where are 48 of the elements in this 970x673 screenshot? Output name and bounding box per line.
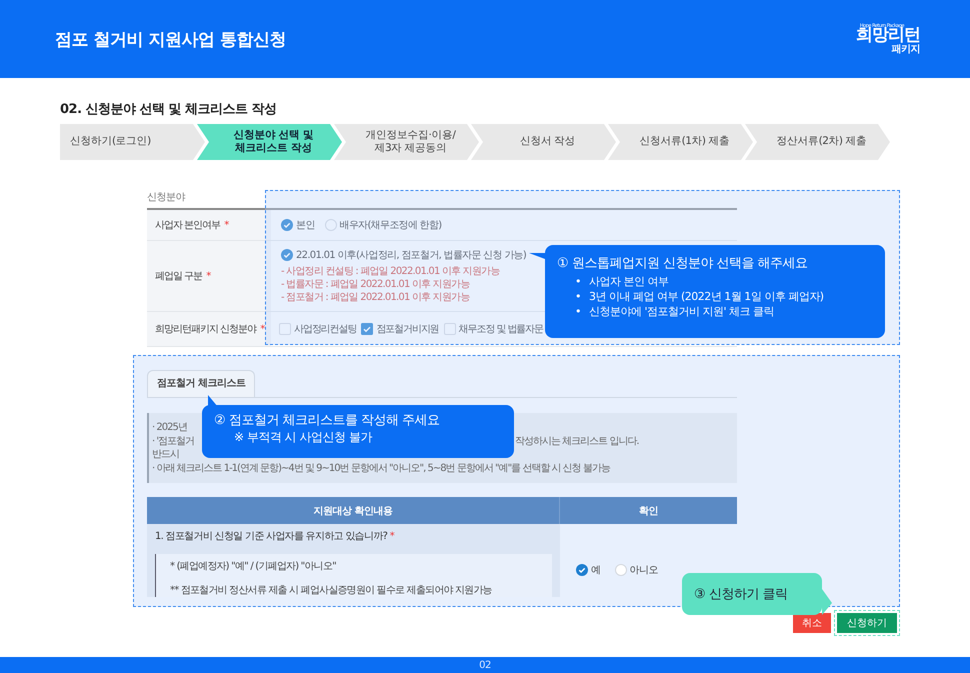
checkbox-checked-icon[interactable] xyxy=(361,323,374,335)
checklist-tab[interactable]: 점포철거 체크리스트 xyxy=(147,370,256,397)
callout-note: ※ 부적격 시 사업신청 불가 xyxy=(234,429,374,445)
option-label: 사업정리컨설팅 xyxy=(294,323,356,336)
detail-text: ** 점포철거비 정산서류 제출 시 폐업사실증명원이 필수로 제출되어야 지원가능 xyxy=(170,585,493,597)
radio-icon[interactable] xyxy=(324,219,337,231)
option-label: 예 xyxy=(591,564,600,577)
bullet-mark: • xyxy=(575,274,581,289)
page-number: 02 xyxy=(479,660,491,670)
note-text: - 사업정리 컨설팅 : 폐업일 2022.01.01 이후 지원가능 xyxy=(281,266,501,278)
cancel-button[interactable]: 취소 xyxy=(793,613,831,633)
column-header: 확인 xyxy=(639,504,658,518)
notice-text: 작성하시는 체크리스트 입니다. xyxy=(515,434,639,448)
callout-bullet: 사업자 본인 여부 xyxy=(589,274,668,289)
radio-checked-icon[interactable] xyxy=(281,249,293,261)
radio-checked-icon[interactable] xyxy=(576,564,588,576)
checkbox-icon[interactable] xyxy=(444,323,456,335)
notice-text: · 2025년 xyxy=(152,421,187,434)
note-text: - 법률자문 : 폐업일 2022.01.01 이후 지원가능 xyxy=(281,279,471,291)
callout-title: ② 점포철거 체크리스트를 작성해 주세요 xyxy=(214,412,441,429)
option-label: 채무조정 및 법률자문 xyxy=(458,323,543,336)
option-label: 아니오 xyxy=(630,564,658,577)
option-label: 22.01.01 이후(사업정리, 점포철거, 법률자문 신청 가능) xyxy=(296,249,526,262)
checkbox-icon[interactable] xyxy=(279,323,291,335)
section-title: 02. 신청분야 선택 및 체크리스트 작성 xyxy=(60,101,278,118)
question-text: 1. 점포철거비 신청일 기준 사업자를 유지하고 있습니까? * xyxy=(155,531,394,542)
page-title: 점포 철거비 지원사업 통합신청 xyxy=(55,28,286,50)
column-header: 지원대상 확인내용 xyxy=(314,504,392,518)
note-text: - 점포철거 : 폐업일 2022.01.01 이후 지원가능 xyxy=(281,292,471,304)
callout-title: ① 원스톱폐업지원 신청분야 선택을 해주세요 xyxy=(557,255,809,272)
radio-icon[interactable] xyxy=(614,564,626,576)
callout-title: ③ 신청하기 클릭 xyxy=(694,586,788,602)
detail-text: * (폐업예정자) "예" / (기폐업자) "아니오" xyxy=(170,561,337,573)
submit-button[interactable]: 신청하기 xyxy=(837,613,897,633)
bullet-mark: • xyxy=(575,304,581,319)
notice-text: · 아래 체크리스트 1-1(연계 문항)~4번 및 9~10번 문항에서 "아니오", 5~8번 문항에서 "예"를 선택할 시 신청 불가능 xyxy=(152,462,610,475)
option-label: 점포철거비지원 xyxy=(376,323,439,336)
callout-bullet: 3년 이내 폐업 여부 (2022년 1월 1일 이후 폐업자) xyxy=(589,289,824,304)
callout-bullet: 신청분야에 '점포철거비 지원' 체크 클릭 xyxy=(589,304,774,319)
notice-text: 반드시 xyxy=(152,448,179,462)
field-label: 희망리턴패키지 신청분야 * xyxy=(147,312,271,346)
field-label: 폐업일 구분 * xyxy=(147,241,271,311)
bullet-mark: • xyxy=(575,289,581,304)
option-label: 본인 xyxy=(296,219,315,232)
notice-text: · '점포철거 xyxy=(152,434,194,448)
option-label: 배우자(채무조정에 한함) xyxy=(340,219,442,232)
radio-checked-icon[interactable] xyxy=(281,219,293,231)
field-label: 사업자 본인여부 * xyxy=(147,210,271,240)
